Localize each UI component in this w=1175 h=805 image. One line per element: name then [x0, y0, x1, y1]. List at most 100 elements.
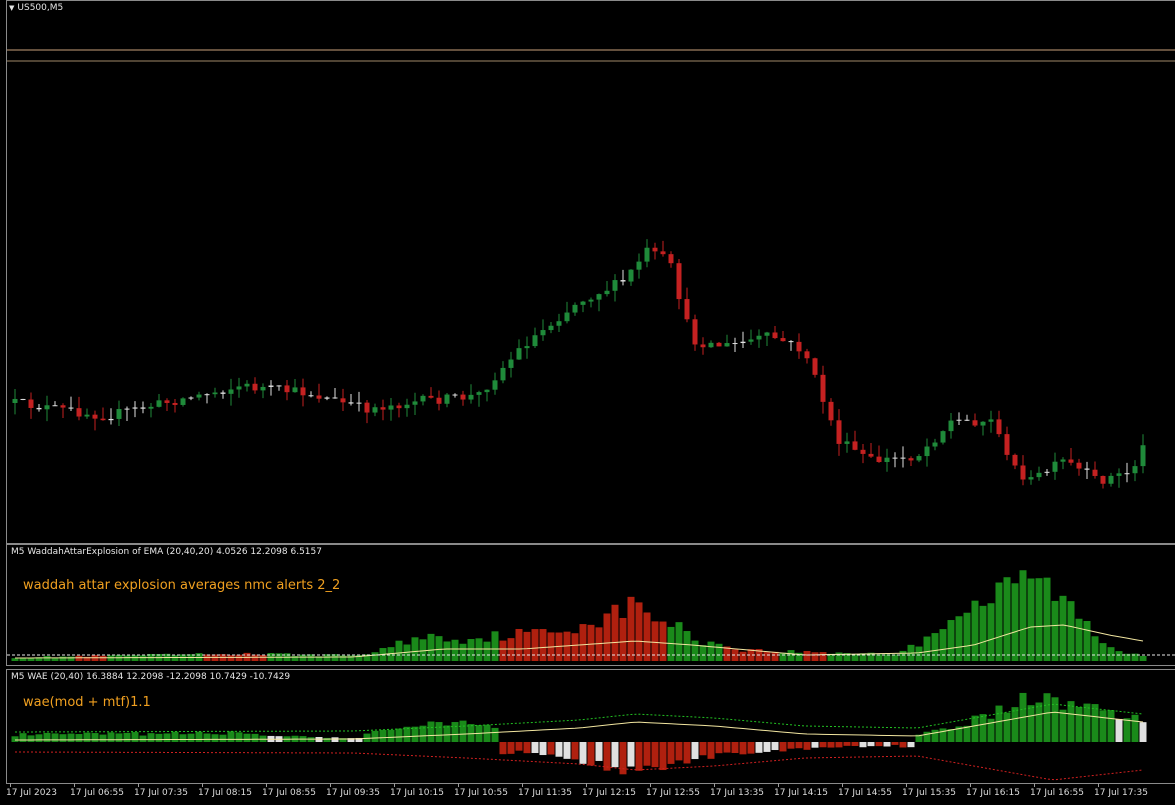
candle-body — [460, 394, 466, 400]
histogram-bar — [259, 654, 267, 661]
candle-body — [1092, 469, 1098, 476]
histogram-bar — [115, 733, 123, 742]
candle-body — [956, 419, 962, 421]
histogram-bar — [123, 732, 131, 742]
histogram-bar — [539, 629, 547, 661]
candle-body — [748, 339, 754, 342]
histogram-bar — [923, 731, 931, 742]
candle-body — [1116, 473, 1122, 476]
candle-body — [1076, 462, 1082, 469]
histogram-bar — [1003, 712, 1011, 742]
histogram-bar — [1115, 651, 1123, 661]
candle-body — [892, 457, 898, 459]
candle-body — [348, 402, 354, 404]
candle-body — [172, 402, 178, 405]
time-tick — [138, 783, 139, 787]
time-label: 17 Jul 12:55 — [646, 788, 700, 798]
candle-body — [372, 407, 378, 413]
candle-body — [228, 389, 234, 394]
histogram-bar — [587, 624, 595, 661]
histogram-bar — [715, 643, 723, 661]
histogram-bar — [459, 720, 467, 742]
time-label: 17 Jul 17:35 — [1094, 788, 1148, 798]
candle-body — [468, 394, 474, 400]
histogram-bar — [643, 612, 651, 661]
time-tick — [650, 783, 651, 787]
histogram-bar — [19, 733, 27, 742]
candle-body — [580, 301, 586, 305]
time-label: 17 Jul 08:15 — [198, 788, 252, 798]
histogram-bar — [795, 742, 803, 749]
candle-body — [252, 383, 258, 391]
histogram-bar — [475, 638, 483, 661]
time-axis: 17 Jul 2023 17 Jul 06:55 17 Jul 07:35 17 Ju… — [6, 783, 1174, 805]
histogram-bar — [435, 722, 443, 742]
histogram-bar — [883, 742, 891, 747]
histogram-bar — [971, 715, 979, 742]
time-label: 17 Jul 15:35 — [902, 788, 956, 798]
histogram-bar — [867, 742, 875, 747]
histogram-bar — [1075, 706, 1083, 742]
candle-body — [796, 341, 802, 352]
histogram-bar — [459, 643, 467, 661]
histogram-bar — [443, 725, 451, 742]
histogram-bar — [211, 734, 219, 742]
candle-body — [716, 342, 722, 347]
candle-body — [420, 395, 426, 402]
candle-body — [708, 342, 714, 348]
candle-body — [140, 407, 146, 409]
candle-body — [556, 321, 562, 326]
histogram-bar — [835, 742, 843, 748]
candle-body — [20, 398, 26, 400]
triangle-down-icon[interactable]: ▼ — [9, 4, 14, 12]
candle-body — [684, 299, 690, 320]
time-label: 17 Jul 13:35 — [710, 788, 764, 798]
histogram-bar — [611, 742, 619, 768]
candle-body — [964, 419, 970, 421]
histogram-bar — [435, 636, 443, 661]
histogram-bar — [619, 742, 627, 775]
histogram-bar — [1123, 718, 1131, 742]
candle-body — [380, 407, 386, 410]
histogram-bar — [427, 721, 435, 742]
histogram-bar — [715, 742, 723, 754]
candle-body — [588, 299, 594, 302]
candle-body — [356, 402, 362, 404]
candle-body — [628, 269, 634, 282]
histogram-bar — [747, 742, 755, 754]
time-tick — [10, 783, 11, 787]
time-label: 17 Jul 16:15 — [966, 788, 1020, 798]
candle-body — [764, 332, 770, 336]
candle-body — [244, 383, 250, 387]
histogram-bar — [707, 742, 715, 759]
candle-body — [396, 405, 402, 409]
candle-body — [996, 419, 1002, 435]
histogram-bar — [67, 733, 75, 742]
histogram-bar — [779, 742, 787, 752]
candle-body — [940, 431, 946, 443]
price-chart-pane[interactable]: ▼ US500,M5 — [6, 0, 1175, 544]
histogram-bar — [707, 641, 715, 661]
wae-mtf-pane[interactable]: M5 WAE (20,40) 16.3884 12.2098 -12.2098 … — [6, 669, 1175, 784]
candle-body — [700, 344, 706, 348]
candle-body — [772, 332, 778, 339]
time-label: 17 Jul 14:55 — [838, 788, 892, 798]
candle-body — [116, 409, 122, 419]
histogram-bar — [451, 722, 459, 742]
candle-body — [828, 401, 834, 421]
time-tick — [394, 783, 395, 787]
candle-body — [492, 380, 498, 390]
histogram-bar — [995, 582, 1003, 661]
wae-ema-pane[interactable]: M5 WaddahAttarExplosion of EMA (20,40,20… — [6, 544, 1175, 666]
histogram-bar — [995, 705, 1003, 742]
candle-body — [428, 395, 434, 398]
candle-body — [532, 335, 538, 347]
histogram-bar — [59, 656, 67, 661]
histogram-bar — [1027, 578, 1035, 661]
time-label: 17 Jul 06:55 — [70, 788, 124, 798]
candle-body — [36, 407, 42, 410]
chart-window[interactable]: ▼ US500,M5 M5 WaddahAttarExplosion of EMA… — [0, 0, 1175, 805]
histogram-bar — [1099, 643, 1107, 661]
candle-body — [148, 406, 154, 409]
histogram-bar — [907, 742, 915, 748]
